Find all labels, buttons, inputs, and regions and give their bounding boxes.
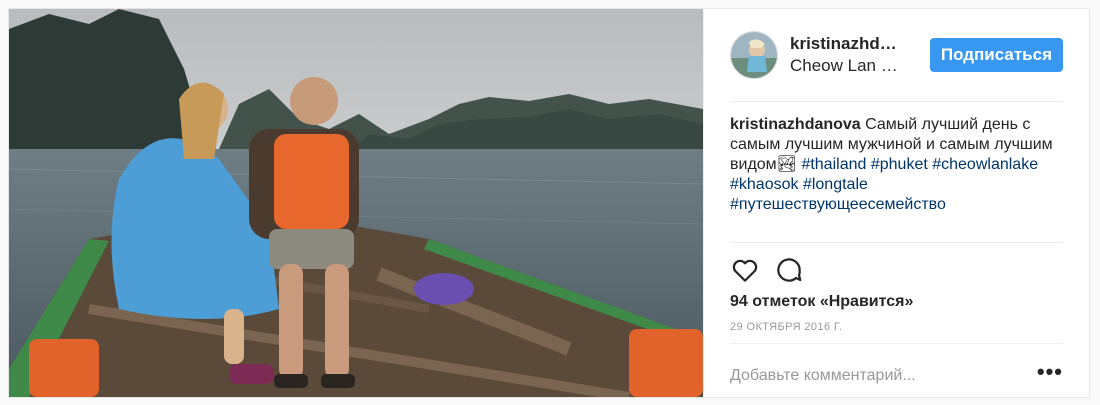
divider [730, 242, 1063, 243]
heart-icon[interactable] [730, 255, 760, 285]
likes-count[interactable]: 94 отметок «Нравится» [730, 293, 913, 311]
comment-icon[interactable] [774, 255, 804, 285]
avatar-image [731, 32, 777, 78]
comment-input[interactable] [730, 367, 1037, 385]
post-card: kristinazhd… Cheow Lan … Подписаться kri… [8, 8, 1090, 398]
location-link[interactable]: Cheow Lan … [790, 55, 908, 77]
divider [730, 343, 1063, 344]
hashtag-link[interactable]: #cheowlanlake [932, 156, 1038, 173]
hashtag-link[interactable]: #thailand [801, 156, 866, 173]
hashtag-link[interactable]: #khaosok [730, 176, 799, 193]
post-photo[interactable] [9, 9, 703, 397]
follow-button[interactable]: Подписаться [929, 38, 1063, 72]
caption: kristinazhdanova Самый лучший день с сам… [730, 115, 1063, 215]
boat-lake-photo [9, 9, 703, 397]
post-sidebar: kristinazhd… Cheow Lan … Подписаться kri… [703, 9, 1089, 397]
action-bar [730, 253, 804, 287]
post-header: kristinazhd… Cheow Lan … Подписаться [730, 9, 1063, 102]
caption-username[interactable]: kristinazhdanova [730, 116, 861, 133]
username-link[interactable]: kristinazhd… [790, 33, 908, 55]
post-date[interactable]: 29 ОКТЯБРЯ 2016 Г. [730, 321, 842, 333]
comment-row: ••• [730, 357, 1063, 395]
hashtag-link[interactable]: #путешествующеесемейство [730, 196, 946, 213]
more-icon[interactable]: ••• [1037, 361, 1063, 385]
avatar[interactable] [730, 31, 778, 79]
hashtag-link[interactable]: #phuket [871, 156, 928, 173]
landscape-emoji-icon: 🏞 [776, 156, 797, 173]
hashtag-link[interactable]: #longtale [803, 176, 868, 193]
